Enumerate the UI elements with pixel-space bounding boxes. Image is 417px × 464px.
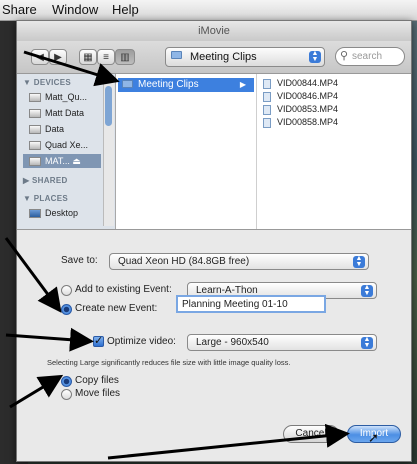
video-file-icon bbox=[263, 104, 271, 115]
drive-icon bbox=[29, 125, 41, 135]
import-sheet: iMovie ◀ ▶ ▦ ≡ ▥ Meeting Clips ▲ ▼ ⚲ sear… bbox=[16, 20, 412, 462]
toolbar: ◀ ▶ ▦ ≡ ▥ Meeting Clips ▲ ▼ ⚲ search bbox=[17, 41, 411, 74]
columns-icon: ▥ bbox=[120, 52, 130, 63]
menu-bar: Share Window Help bbox=[0, 0, 417, 21]
copy-files-radio[interactable] bbox=[61, 376, 72, 387]
grid-icon: ▦ bbox=[83, 52, 93, 63]
folder-name: Meeting Clips bbox=[138, 79, 199, 90]
checkmark-icon: ✓ bbox=[94, 335, 104, 347]
scrollbar-thumb[interactable] bbox=[105, 86, 112, 126]
file-row[interactable]: VID00858.MP4 bbox=[263, 116, 338, 128]
list-icon: ≡ bbox=[103, 52, 109, 63]
sidebar-scrollbar[interactable] bbox=[103, 76, 114, 226]
cancel-button[interactable]: Cancel bbox=[283, 425, 339, 443]
updown-arrows-icon: ▲ ▼ bbox=[361, 284, 373, 297]
video-file-icon bbox=[263, 117, 271, 128]
drive-icon bbox=[29, 109, 41, 119]
sidebar-item-device-4[interactable]: Quad Xe... bbox=[29, 138, 88, 152]
updown-arrows-icon: ▲ ▼ bbox=[309, 50, 321, 63]
sidebar: ▼ DEVICES Matt_Qu... Matt Data Data Quad… bbox=[17, 74, 116, 229]
save-to-label: Save to: bbox=[61, 255, 98, 266]
path-popup[interactable]: Meeting Clips ▲ ▼ bbox=[165, 47, 325, 67]
move-files-label: Move files bbox=[75, 388, 121, 399]
file-row[interactable]: VID00853.MP4 bbox=[263, 103, 338, 115]
save-to-popup[interactable]: Quad Xeon HD (84.8GB free) ▲ ▼ bbox=[109, 253, 369, 270]
icon-view-button[interactable]: ▦ bbox=[79, 49, 97, 65]
files-column: VID00844.MP4 VID00846.MP4 VID00853.MP4 V… bbox=[257, 74, 407, 229]
file-row[interactable]: VID00846.MP4 bbox=[263, 90, 338, 102]
video-file-icon bbox=[263, 91, 271, 102]
folder-row[interactable]: Meeting Clips ▶ bbox=[118, 78, 254, 92]
search-icon: ⚲ bbox=[340, 50, 349, 62]
optimize-label: Optimize video: bbox=[107, 336, 176, 347]
search-field[interactable]: ⚲ search bbox=[335, 47, 405, 66]
list-view-button[interactable]: ≡ bbox=[97, 49, 115, 65]
create-new-label: Create new Event: bbox=[75, 303, 158, 314]
drive-icon bbox=[29, 141, 41, 151]
path-popup-label: Meeting Clips bbox=[190, 51, 257, 63]
folder-icon bbox=[171, 51, 182, 59]
window-title: iMovie bbox=[17, 21, 411, 41]
copy-files-label: Copy files bbox=[75, 375, 119, 386]
sidebar-item-device-5[interactable]: MAT... ⏏ bbox=[23, 154, 101, 168]
drive-icon bbox=[29, 93, 41, 103]
column-view-button[interactable]: ▥ bbox=[115, 49, 135, 65]
mouse-cursor-icon: ➚ bbox=[368, 430, 379, 445]
drive-icon bbox=[29, 157, 41, 167]
sidebar-item-device-1[interactable]: Matt_Qu... bbox=[29, 90, 87, 104]
file-browser: ▼ DEVICES Matt_Qu... Matt Data Data Quad… bbox=[17, 74, 411, 230]
video-file-icon bbox=[263, 78, 271, 89]
file-row[interactable]: VID00844.MP4 bbox=[263, 77, 338, 89]
forward-button[interactable]: ▶ bbox=[49, 49, 67, 65]
sidebar-item-desktop[interactable]: Desktop bbox=[29, 206, 78, 220]
sidebar-item-device-2[interactable]: Matt Data bbox=[29, 106, 84, 120]
optimize-checkbox[interactable]: ✓ bbox=[93, 336, 104, 347]
optimize-note: Selecting Large significantly reduces fi… bbox=[47, 358, 291, 367]
desktop-icon bbox=[29, 209, 41, 219]
folder-icon bbox=[122, 80, 133, 89]
forward-icon: ▶ bbox=[54, 52, 62, 63]
move-files-radio[interactable] bbox=[61, 389, 72, 400]
folder-column: Meeting Clips ▶ bbox=[116, 74, 257, 229]
updown-arrows-icon: ▲ ▼ bbox=[361, 336, 373, 349]
event-name-field[interactable] bbox=[176, 295, 326, 313]
create-new-radio[interactable] bbox=[61, 304, 72, 315]
sidebar-heading-devices: ▼ DEVICES bbox=[23, 78, 71, 87]
search-placeholder: search bbox=[352, 51, 383, 62]
updown-arrows-icon: ▲ ▼ bbox=[353, 255, 365, 268]
add-existing-radio[interactable] bbox=[61, 285, 72, 296]
menu-help[interactable]: Help bbox=[112, 2, 139, 17]
menu-window[interactable]: Window bbox=[52, 2, 98, 17]
save-to-value: Quad Xeon HD (84.8GB free) bbox=[118, 256, 250, 267]
menu-share[interactable]: Share bbox=[2, 2, 37, 17]
add-existing-label: Add to existing Event: bbox=[75, 284, 172, 295]
sidebar-heading-places: ▼ PLACES bbox=[23, 194, 68, 203]
back-button[interactable]: ◀ bbox=[31, 49, 49, 65]
sidebar-item-device-3[interactable]: Data bbox=[29, 122, 64, 136]
back-icon: ◀ bbox=[36, 52, 44, 63]
disclosure-arrow-icon: ▶ bbox=[239, 80, 246, 89]
optimize-popup[interactable]: Large - 960x540 ▲ ▼ bbox=[187, 334, 377, 351]
optimize-value: Large - 960x540 bbox=[196, 337, 269, 348]
eject-icon[interactable]: ⏏ bbox=[72, 156, 81, 166]
sidebar-heading-shared: ▶ SHARED bbox=[23, 176, 68, 185]
